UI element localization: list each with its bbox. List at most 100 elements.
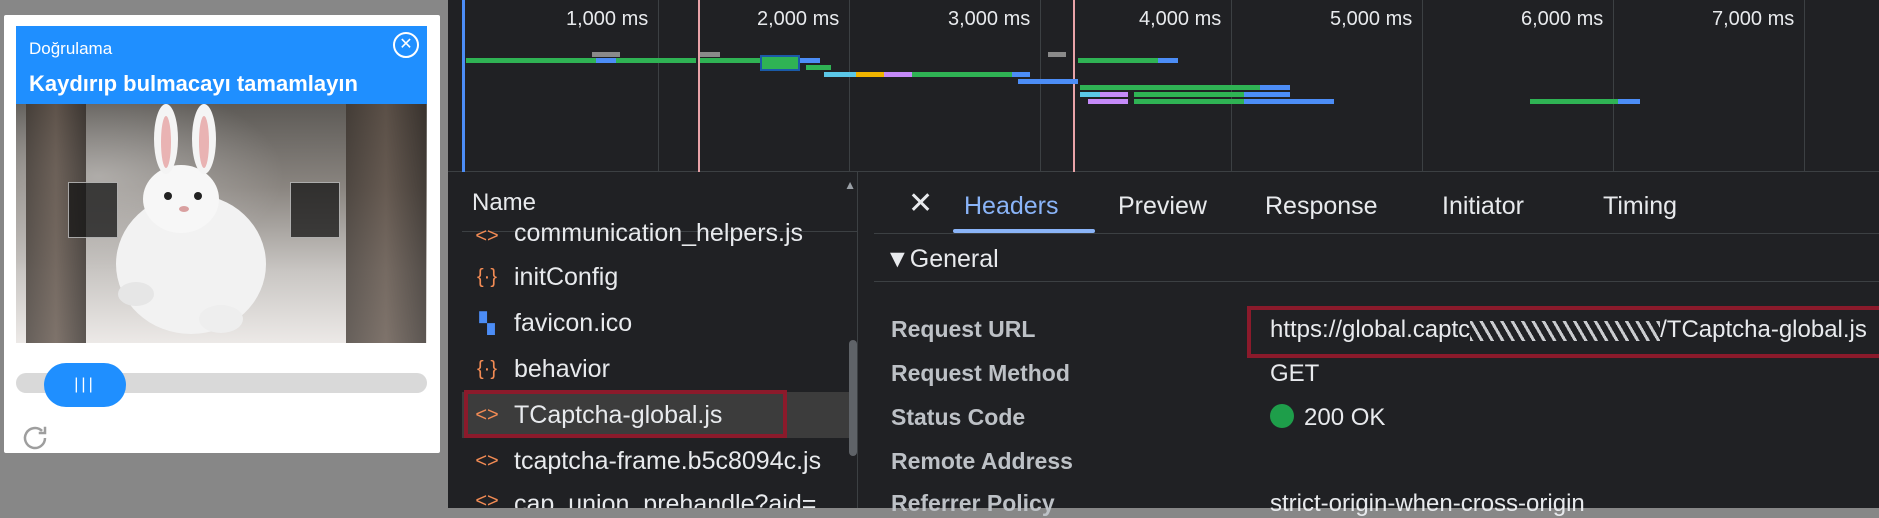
timeline-tick: 7,000 ms bbox=[1712, 8, 1795, 30]
header-key: Referrer Policy bbox=[891, 490, 1055, 516]
request-bar bbox=[1012, 72, 1030, 77]
request-bar bbox=[1158, 58, 1178, 63]
request-bar bbox=[824, 72, 856, 77]
timeline-tick: 3,000 ms bbox=[948, 8, 1031, 30]
request-bar bbox=[884, 72, 912, 77]
request-method-value: GET bbox=[1270, 360, 1320, 387]
request-name: cap_union_prehandle?aid= bbox=[514, 490, 817, 508]
tab-timing[interactable]: Timing bbox=[1603, 192, 1677, 221]
tab-initiator[interactable]: Initiator bbox=[1442, 192, 1524, 221]
captcha-title: Kaydırıp bulmacayı tamamlayın bbox=[29, 71, 358, 96]
request-name: initConfig bbox=[514, 262, 619, 291]
timeline-tick: 2,000 ms bbox=[757, 8, 840, 30]
devtools-network-panel: 1,000 ms 2,000 ms 3,000 ms 4,000 ms 5,00… bbox=[448, 0, 1879, 517]
timeline-cursor bbox=[462, 0, 465, 172]
close-icon[interactable]: ✕ bbox=[393, 32, 419, 58]
puzzle-piece[interactable] bbox=[68, 182, 118, 238]
request-row[interactable]: {·} behavior bbox=[462, 346, 854, 392]
timeline-tick: 5,000 ms bbox=[1330, 8, 1413, 30]
request-name: communication_helpers.js bbox=[514, 219, 804, 247]
request-bar bbox=[700, 58, 760, 63]
script-icon: <> bbox=[475, 403, 499, 426]
status-dot-icon bbox=[1270, 404, 1294, 428]
request-row[interactable]: ▚ favicon.ico bbox=[462, 300, 854, 346]
request-bar bbox=[466, 58, 596, 63]
fetch-icon: {·} bbox=[476, 265, 498, 288]
request-bar bbox=[1134, 92, 1244, 97]
active-tab-indicator bbox=[953, 229, 1095, 233]
request-bar bbox=[1244, 92, 1290, 97]
slider-handle[interactable]: ||| bbox=[44, 363, 126, 407]
request-bar bbox=[1134, 99, 1244, 104]
tab-response[interactable]: Response bbox=[1265, 192, 1378, 221]
request-bar bbox=[700, 52, 720, 57]
request-row[interactable]: <> cap_union_prehandle?aid= bbox=[462, 484, 854, 508]
request-bar bbox=[1244, 99, 1334, 104]
scrollbar-thumb[interactable] bbox=[849, 340, 857, 456]
url-suffix: /TCaptcha-global.js bbox=[1660, 316, 1867, 343]
grid-line bbox=[1613, 0, 1614, 172]
load-event-marker bbox=[698, 0, 700, 172]
url-prefix: https://global.captc bbox=[1270, 316, 1471, 343]
grid-line bbox=[1422, 0, 1423, 172]
status-code-value: 200 OK bbox=[1304, 404, 1386, 431]
request-bar bbox=[592, 52, 620, 57]
name-column-label: Name bbox=[472, 189, 537, 216]
request-bar bbox=[1080, 85, 1260, 90]
request-bar bbox=[1018, 79, 1078, 84]
redacted-scribble bbox=[1470, 320, 1661, 341]
request-list: Name ▲ <> communication_helpers.js {·} i… bbox=[462, 172, 858, 508]
request-name: TCaptcha-global.js bbox=[514, 400, 723, 429]
captcha-header: Doğrulama Kaydırıp bulmacayı tamamlayın … bbox=[16, 26, 427, 104]
grid-line bbox=[658, 0, 659, 172]
request-bar bbox=[596, 58, 616, 63]
referrer-policy-value: strict-origin-when-cross-origin bbox=[1270, 490, 1585, 517]
section-title: General bbox=[909, 245, 999, 273]
header-key: Status Code bbox=[891, 404, 1026, 430]
request-bar bbox=[800, 58, 820, 63]
grid-line bbox=[1040, 0, 1041, 172]
request-bar bbox=[1078, 58, 1158, 63]
request-name: behavior bbox=[514, 354, 610, 383]
header-key: Request URL bbox=[891, 316, 1036, 342]
request-bar bbox=[1530, 99, 1618, 104]
request-bar bbox=[912, 72, 1012, 77]
grid-line bbox=[849, 0, 850, 172]
captcha-dialog: Doğrulama Kaydırıp bulmacayı tamamlayın … bbox=[4, 15, 440, 453]
request-bar bbox=[616, 58, 696, 63]
request-name: tcaptcha-frame.b5c8094c.js bbox=[514, 446, 822, 475]
request-row[interactable]: <> tcaptcha-frame.b5c8094c.js bbox=[462, 438, 854, 484]
request-bar bbox=[1080, 92, 1100, 97]
request-bar bbox=[806, 65, 831, 70]
network-timeline-overview[interactable]: 1,000 ms 2,000 ms 3,000 ms 4,000 ms 5,00… bbox=[448, 0, 1879, 172]
tab-headers[interactable]: Headers bbox=[964, 192, 1059, 221]
tab-preview[interactable]: Preview bbox=[1118, 192, 1207, 221]
image-icon: ▚ bbox=[479, 312, 495, 335]
general-section-header[interactable]: ▼General bbox=[874, 234, 1879, 282]
script-icon: <> bbox=[475, 449, 499, 472]
script-icon: <> bbox=[475, 225, 499, 247]
request-bar bbox=[1100, 92, 1128, 97]
triangle-down-icon: ▼ bbox=[885, 245, 910, 273]
timeline-tick: 4,000 ms bbox=[1139, 8, 1222, 30]
request-row[interactable]: <> communication_helpers.js bbox=[462, 218, 854, 248]
request-bar bbox=[1618, 99, 1640, 104]
request-bar bbox=[1260, 85, 1290, 90]
captcha-puzzle-image bbox=[16, 104, 427, 343]
request-row[interactable]: {·} initConfig bbox=[462, 254, 854, 300]
timeline-tick: 1,000 ms bbox=[566, 8, 649, 30]
close-icon[interactable]: ✕ bbox=[908, 186, 933, 221]
refresh-icon[interactable] bbox=[20, 423, 50, 453]
sort-ascending-icon[interactable]: ▲ bbox=[844, 178, 856, 192]
details-tab-bar: ✕ Headers Preview Response Initiator Tim… bbox=[874, 172, 1879, 234]
request-details: ✕ Headers Preview Response Initiator Tim… bbox=[874, 172, 1879, 517]
selected-request-bar bbox=[760, 55, 800, 71]
request-bar bbox=[1048, 52, 1066, 57]
grid-line bbox=[1804, 0, 1805, 172]
puzzle-slot bbox=[290, 182, 340, 238]
fetch-icon: {·} bbox=[476, 357, 498, 380]
request-bar bbox=[1088, 99, 1128, 104]
request-url-value[interactable]: https://global.captc/TCaptcha-global.js bbox=[1270, 316, 1867, 344]
request-name: favicon.ico bbox=[514, 308, 633, 337]
request-row-selected[interactable]: <> TCaptcha-global.js bbox=[462, 392, 854, 438]
